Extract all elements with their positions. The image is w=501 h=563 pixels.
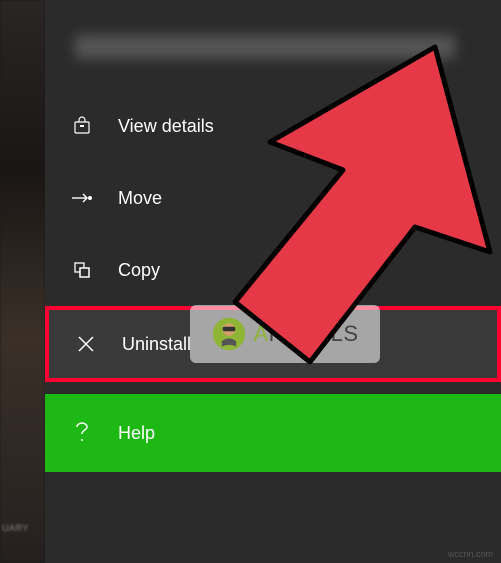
move-icon [70,186,94,210]
question-icon [70,421,94,445]
menu-title-area [45,0,501,90]
menu-item-view-details[interactable]: View details [45,90,501,162]
bag-icon [70,114,94,138]
menu-label: Help [118,423,476,444]
menu-label: View details [118,116,476,137]
menu-item-help[interactable]: Help [45,394,501,472]
copy-icon [70,258,94,282]
menu-item-copy[interactable]: Copy [45,234,501,306]
bg-partial-text: UARY [2,523,29,533]
menu-title-blurred [75,35,455,59]
close-icon [74,332,98,356]
footer-watermark: wccnn.com [448,549,493,559]
menu-item-move[interactable]: Move [45,162,501,234]
watermark-badge: APPUALS [190,305,380,363]
watermark-text: APPUALS [253,321,358,347]
menu-label: Copy [118,260,476,281]
context-menu-panel: View details Move Copy [45,0,501,563]
menu-label: Move [118,188,476,209]
background-sidebar: UARY [0,0,45,563]
watermark-logo-icon [211,316,247,352]
